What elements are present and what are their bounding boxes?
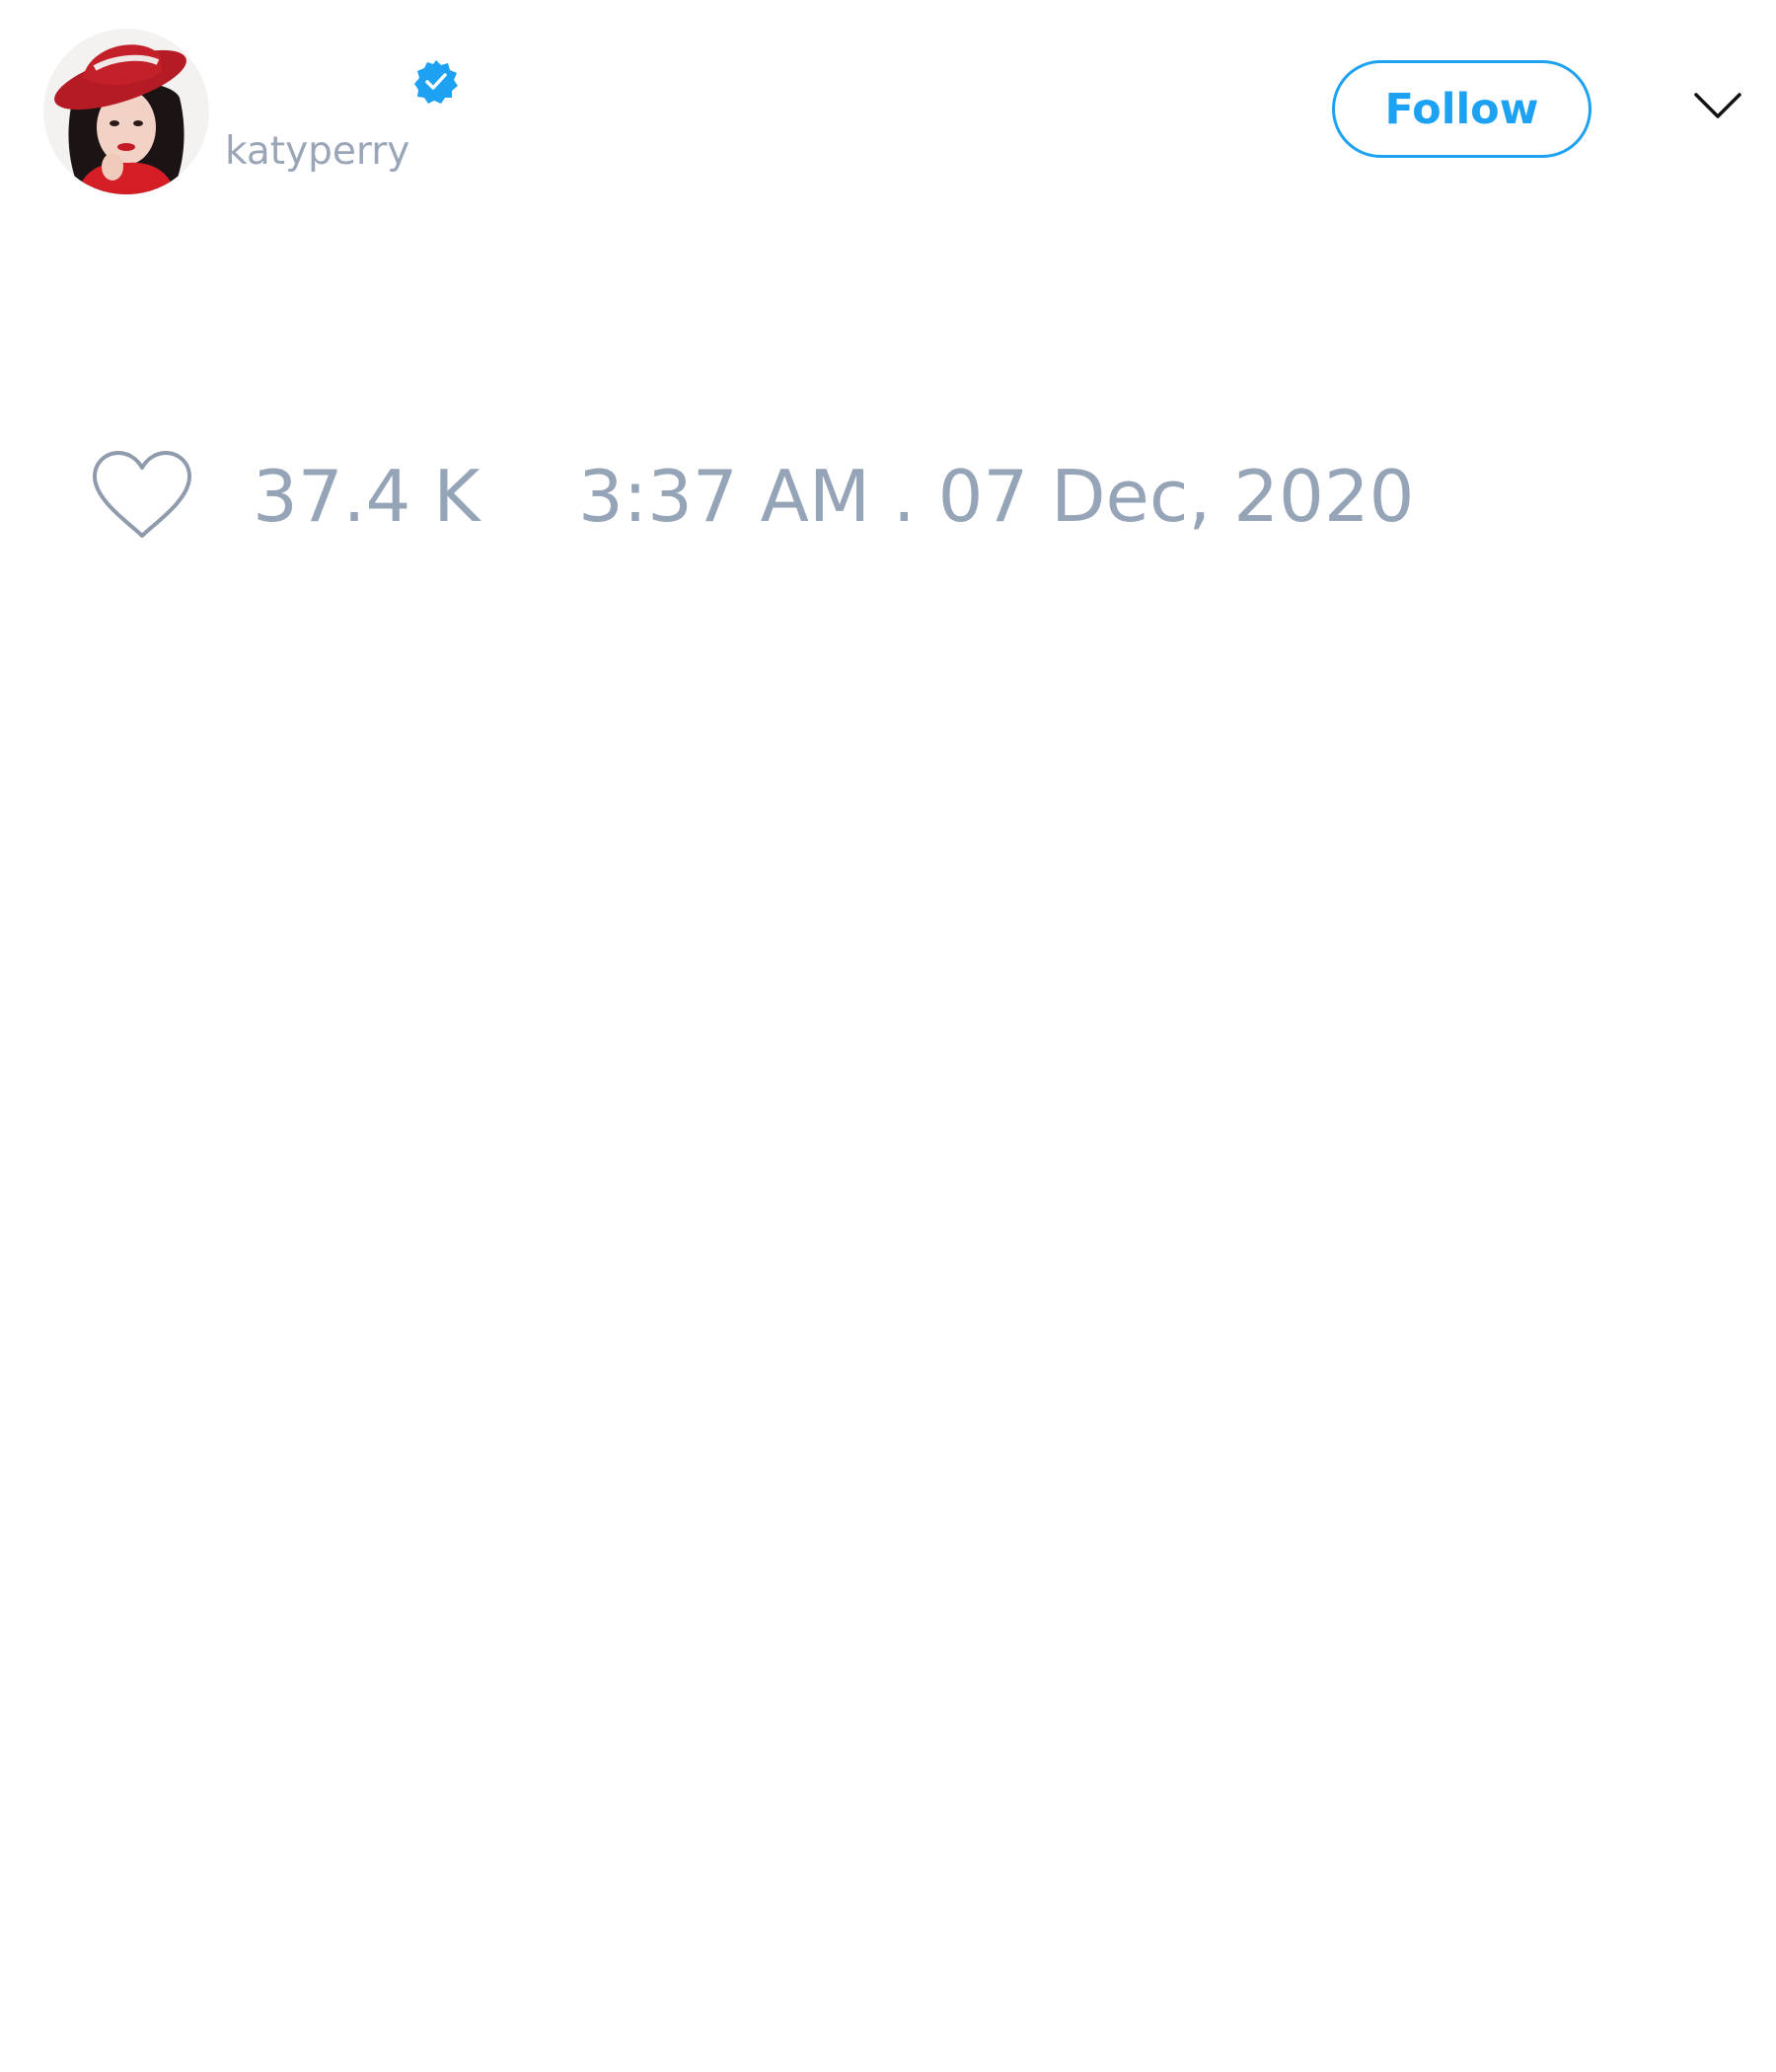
like-count: 37.4 K bbox=[253, 455, 481, 538]
heart-icon[interactable] bbox=[91, 449, 193, 542]
chevron-down-icon[interactable] bbox=[1693, 90, 1742, 123]
verified-badge-icon bbox=[414, 60, 458, 104]
tweet-timestamp[interactable]: 3:37 AM . 07 Dec, 2020 bbox=[578, 452, 1414, 541]
avatar[interactable] bbox=[43, 29, 209, 194]
user-handle[interactable]: katyperry bbox=[225, 124, 409, 180]
avatar-image bbox=[43, 29, 209, 194]
tweet-card: katyperry Follow 37.4 K 3:37 AM . 07 Dec… bbox=[0, 0, 1776, 2072]
follow-button[interactable]: Follow bbox=[1332, 60, 1591, 158]
